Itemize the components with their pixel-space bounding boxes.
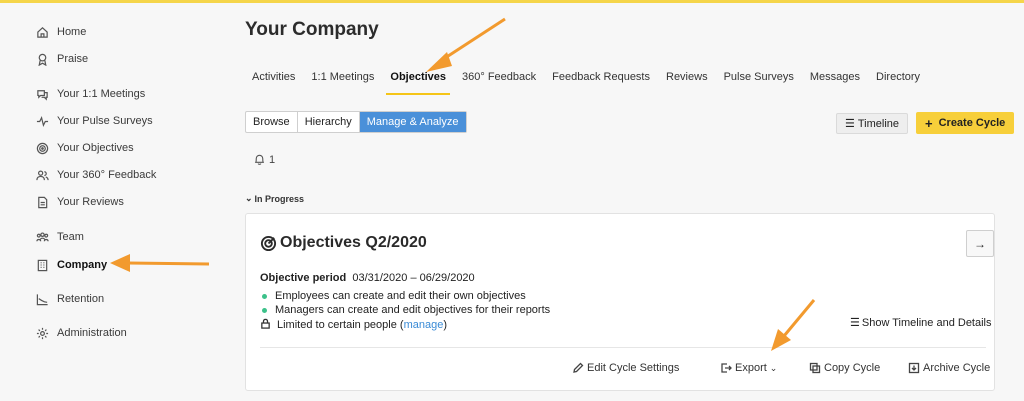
cycle-title: Objectives Q2/2020	[260, 234, 427, 252]
sidebar-item-pulse-surveys[interactable]: Your Pulse Surveys	[36, 112, 153, 130]
create-cycle-label: Create Cycle	[938, 117, 1006, 129]
view-toggle: Browse Hierarchy Manage & Analyze	[245, 111, 467, 133]
chat-icon	[37, 89, 48, 101]
arrow-right-icon: →	[974, 236, 986, 251]
manage-link[interactable]: manage	[404, 319, 444, 331]
chart-icon	[36, 293, 48, 305]
tab-feedback-requests[interactable]: Feedback Requests	[544, 65, 658, 95]
section-label: In Progress	[254, 193, 305, 204]
document-icon	[38, 196, 48, 208]
tab-360-feedback[interactable]: 360° Feedback	[454, 65, 544, 95]
cycle-card: Objectives Q2/2020 → Objective period 03…	[245, 213, 995, 391]
building-icon	[37, 259, 48, 271]
sidebar-item-label: Praise	[57, 53, 89, 65]
sidebar-item-company[interactable]: Company	[36, 256, 107, 274]
rule-item: Limited to certain people (manage)	[260, 318, 447, 332]
award-icon	[38, 53, 47, 66]
tab-messages[interactable]: Messages	[802, 65, 868, 95]
sidebar-item-objectives[interactable]: Your Objectives	[36, 139, 134, 157]
sidebar-item-label: Retention	[57, 293, 105, 305]
chevron-down-icon: ⌄	[245, 193, 253, 203]
green-dot-icon	[262, 293, 267, 299]
section-toggle[interactable]: ⌄ In Progress	[245, 193, 304, 204]
period-value: 03/31/2020 – 06/29/2020	[352, 272, 475, 284]
sidebar-item-360-feedback[interactable]: Your 360° Feedback	[36, 166, 156, 184]
sidebar-item-label: Your 1:1 Meetings	[57, 88, 146, 100]
tab-pulse-surveys[interactable]: Pulse Surveys	[716, 65, 802, 95]
export-icon	[721, 363, 732, 373]
sidebar-item-label: Your Pulse Surveys	[57, 115, 153, 127]
timeline-button[interactable]: ☰ Timeline	[836, 113, 909, 134]
export-label: Export	[735, 362, 767, 374]
archive-cycle-button[interactable]: Archive Cycle	[908, 362, 990, 374]
export-button[interactable]: Export ⌄	[720, 362, 777, 374]
browse-button[interactable]: Browse	[246, 112, 298, 132]
sidebar-item-reviews[interactable]: Your Reviews	[36, 193, 124, 211]
objective-period: Objective period 03/31/2020 – 06/29/2020	[260, 272, 475, 284]
tab-bar: Activities 1:1 Meetings Objectives 360° …	[244, 65, 928, 95]
copy-icon	[809, 362, 821, 374]
cycle-title-text: Objectives Q2/2020	[280, 234, 427, 251]
sidebar-item-retention[interactable]: Retention	[36, 290, 104, 308]
edit-cycle-button[interactable]: Edit Cycle Settings	[572, 362, 679, 374]
timeline-icon: ☰	[850, 317, 860, 329]
sidebar-item-label: Team	[57, 231, 84, 243]
archive-cycle-label: Archive Cycle	[923, 362, 991, 374]
archive-icon	[908, 362, 920, 374]
gear-icon	[36, 327, 49, 339]
tab-reviews[interactable]: Reviews	[658, 65, 716, 95]
page-title: Your Company	[245, 19, 379, 40]
bell-icon	[254, 154, 265, 165]
sidebar-item-label: Administration	[57, 327, 127, 339]
copy-cycle-button[interactable]: Copy Cycle	[809, 362, 880, 374]
period-label: Objective period	[260, 272, 347, 284]
target-icon	[36, 142, 49, 154]
home-icon	[37, 26, 48, 38]
tab-meetings[interactable]: 1:1 Meetings	[303, 65, 382, 95]
target-icon	[260, 235, 277, 251]
sidebar-item-label: Your Reviews	[57, 196, 124, 208]
people-icon	[36, 170, 49, 180]
plus-icon: +	[925, 115, 933, 131]
hierarchy-button[interactable]: Hierarchy	[298, 112, 360, 132]
team-icon	[36, 231, 49, 241]
timeline-label: Timeline	[857, 117, 900, 130]
sidebar-item-home[interactable]: Home	[36, 23, 86, 41]
notification-count: 1	[269, 153, 276, 166]
sidebar-item-label: Company	[57, 259, 108, 271]
tab-objectives[interactable]: Objectives	[382, 65, 454, 95]
sidebar-item-meetings[interactable]: Your 1:1 Meetings	[36, 85, 145, 103]
sidebar-item-team[interactable]: Team	[36, 228, 84, 246]
create-cycle-button[interactable]: + Create Cycle	[916, 112, 1015, 134]
lock-icon	[260, 318, 271, 332]
timeline-icon: ☰	[845, 118, 855, 130]
copy-cycle-label: Copy Cycle	[824, 362, 881, 374]
green-dot-icon	[262, 307, 267, 313]
notifications[interactable]: 1	[253, 153, 275, 166]
show-timeline-label: Show Timeline and Details	[861, 316, 992, 329]
open-cycle-button[interactable]: →	[966, 230, 994, 257]
chevron-down-icon: ⌄	[769, 362, 778, 373]
sidebar-item-label: Home	[57, 26, 87, 38]
sidebar: Home Praise Your 1:1 Meetings Your Pulse…	[0, 3, 226, 401]
pulse-icon	[36, 115, 49, 127]
rule-text: Employees can create and edit their own …	[275, 290, 526, 302]
manage-analyze-button[interactable]: Manage & Analyze	[359, 112, 466, 132]
sidebar-item-label: Your 360° Feedback	[57, 169, 157, 181]
sidebar-item-praise[interactable]: Praise	[36, 50, 88, 68]
tab-directory[interactable]: Directory	[868, 65, 928, 95]
pencil-icon	[573, 362, 584, 373]
edit-cycle-label: Edit Cycle Settings	[587, 362, 680, 374]
sidebar-item-label: Your Objectives	[57, 142, 134, 154]
main-content: Your Company Activities 1:1 Meetings Obj…	[226, 3, 1024, 401]
sidebar-item-administration[interactable]: Administration	[36, 324, 127, 342]
rule-text: Managers can create and edit objectives …	[275, 304, 551, 316]
divider	[260, 347, 986, 348]
show-timeline-button[interactable]: ☰ Show Timeline and Details	[850, 316, 992, 330]
rule-item: Managers can create and edit objectives …	[260, 304, 550, 316]
tab-activities[interactable]: Activities	[244, 65, 303, 95]
rule-text: Limited to certain people (manage)	[277, 319, 448, 331]
rule-item: Employees can create and edit their own …	[260, 290, 526, 302]
